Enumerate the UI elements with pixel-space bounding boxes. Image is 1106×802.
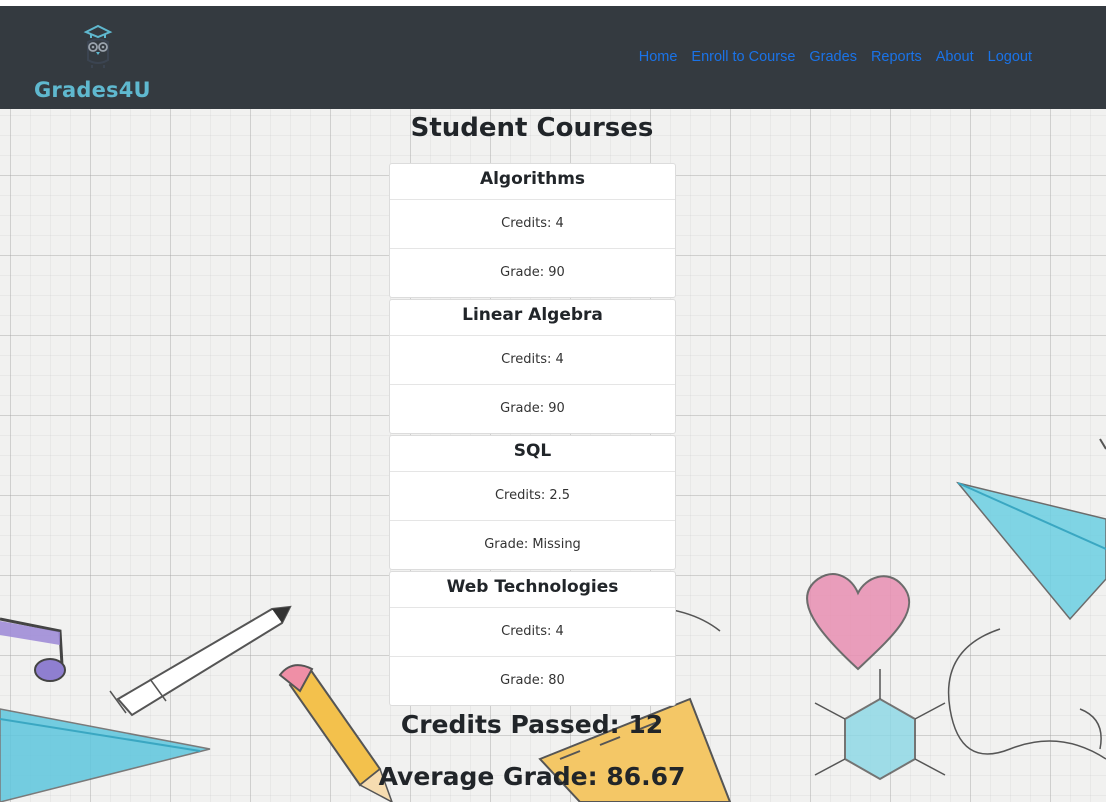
course-name: SQL	[390, 436, 675, 472]
course-card-web-technologies: Web Technologies Credits: 4 Grade: 80	[389, 571, 676, 706]
course-grade: Grade: 90	[500, 265, 565, 280]
course-credits: Credits: 2.5	[390, 472, 675, 521]
course-grade: Grade: Missing	[484, 537, 581, 552]
nav-link-logout[interactable]: Logout	[988, 49, 1032, 65]
pencil-white-icon	[109, 605, 292, 717]
course-name: Linear Algebra	[390, 300, 675, 336]
course-card-sql: SQL Credits: 2.5 Grade: Missing	[389, 435, 676, 570]
course-credits: Credits: 4	[390, 336, 675, 385]
doodle-arc	[1079, 708, 1102, 750]
nav-links: Home Enroll to Course Grades Reports Abo…	[639, 49, 1032, 65]
course-grade: Grade: 80	[500, 673, 565, 688]
course-list: Algorithms Credits: 4 Grade: 90 Linear A…	[389, 163, 676, 707]
course-card-linear-algebra: Linear Algebra Credits: 4 Grade: 90	[389, 299, 676, 434]
navbar: Grades4U Home Enroll to Course Grades Re…	[0, 6, 1106, 109]
course-credits: Credits: 4	[390, 608, 675, 657]
doodle-scribble	[947, 628, 1106, 760]
nav-link-reports[interactable]: Reports	[871, 49, 922, 65]
owl-graduate-icon	[83, 24, 113, 68]
heart-icon	[806, 573, 911, 671]
brand-logo-link[interactable]: Grades4U	[30, 16, 170, 106]
page-title: Student Courses	[410, 113, 654, 143]
nav-link-grades[interactable]: Grades	[809, 49, 857, 65]
credits-passed-summary: Credits Passed: 12	[400, 710, 664, 739]
course-card-algorithms: Algorithms Credits: 4 Grade: 90	[389, 163, 676, 298]
course-name: Algorithms	[390, 164, 675, 200]
paper-plane-right-icon	[955, 438, 1106, 621]
course-grade: Grade: 90	[500, 401, 565, 416]
average-grade-summary: Average Grade: 86.67	[378, 762, 686, 791]
nav-link-about[interactable]: About	[936, 49, 974, 65]
brand-name: Grades4U	[34, 78, 151, 102]
nav-link-enroll-to-course[interactable]: Enroll to Course	[691, 49, 795, 65]
course-name: Web Technologies	[390, 572, 675, 608]
music-note-icon	[0, 617, 66, 682]
course-credits: Credits: 4	[390, 200, 675, 249]
nav-link-home[interactable]: Home	[639, 49, 678, 65]
